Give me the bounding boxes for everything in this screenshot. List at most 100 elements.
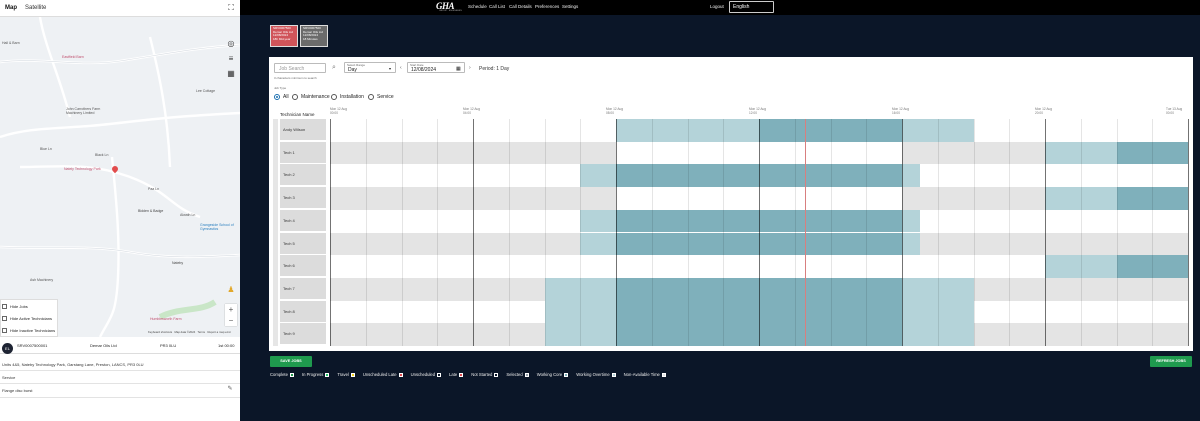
map-road-paa-ln: Paa Ln [148,187,160,191]
list-icon[interactable]: ≡ [226,54,236,64]
previous-period-icon[interactable]: ‹ [400,65,402,71]
technician-row-label[interactable]: Tech 4 [280,209,326,231]
calendar-icon[interactable]: ▦ [456,66,461,72]
job-address: Units 4&5, Nateby Technology Park, Garst… [2,362,144,367]
time-header: Mon 12 Aug 12:00 [749,107,766,115]
zoom-out-icon[interactable]: − [225,315,237,326]
time-header: Mon 12 Aug 16:00 [892,107,909,115]
map-poi-farm-machinery: John Carrothers Farm Machinery Limited [66,107,101,115]
divider [0,397,240,398]
checkbox-icon[interactable] [2,303,7,309]
legend-label: Non-Available Time [623,372,660,377]
job-card[interactable]: SRV0007500 Demar Oils Ltd 12/08/2024 18h… [270,25,298,47]
nav-settings[interactable]: Settings [562,4,578,9]
technician-row-label[interactable]: Tech 5 [280,232,326,254]
grid-line [544,119,546,346]
scheduler-panel: Job Search ⌕ 3 characters minimum to sea… [269,57,1193,351]
map-roads [0,17,240,337]
grid-line [1045,119,1046,346]
edit-pencil-icon[interactable]: ✎ [225,384,235,394]
time-slot-block[interactable] [580,209,616,233]
fullscreen-icon[interactable]: ⛶ [226,3,236,13]
legend-swatch [661,372,666,377]
radio-icon[interactable] [292,94,298,100]
radio-icon[interactable] [368,94,374,100]
job-search-placeholder: Job Search [279,66,305,72]
legend-swatch [289,372,294,377]
hide-jobs-checkbox[interactable]: Hide Jobs [1,300,57,312]
grid-line [1152,119,1154,346]
checkbox-icon[interactable] [2,315,7,321]
calendar-icon[interactable]: ▦ [226,69,236,79]
time-slot-block[interactable] [919,232,1188,256]
time-header-time: 00:00 [1166,111,1174,115]
hide-active-technicians-checkbox[interactable]: Hide Active Technicians [1,312,57,324]
selected-job-row[interactable]: EL SRV0007500001 Demar Oils Ltd PR3 0LU … [0,337,240,354]
job-search-input[interactable]: Job Search [274,63,326,73]
time-slot-block[interactable] [902,232,920,256]
hide-inactive-technicians-checkbox[interactable]: Hide Inactive Technicians [1,324,57,336]
schedule-grid[interactable] [330,119,1189,346]
job-type-service-radio[interactable]: Service [368,94,394,100]
terms-link[interactable]: Terms [197,330,205,334]
time-slot-block[interactable] [902,164,920,188]
grid-line [723,119,725,346]
technician-row-label[interactable]: Tech 3 [280,187,326,209]
grid-line [651,119,653,346]
radio-icon[interactable] [331,94,337,100]
job-card[interactable]: SRV0007500 Demar Oils Ltd 12/08/2024 18 … [300,25,328,47]
job-type-all-radio[interactable]: All [274,94,289,100]
vertical-scrollbar[interactable] [273,119,278,346]
technician-row-label[interactable]: Andy Wilson [280,119,326,140]
language-select[interactable]: English [729,1,774,13]
map-attribution: Keyboard shortcuts Map data ©2024 Terms … [148,330,231,334]
checkbox-icon[interactable] [2,327,7,333]
job-type-maintenance-radio[interactable]: Maintenance [292,94,330,100]
satellite-tab[interactable]: Satellite [22,3,49,13]
technician-row-label[interactable]: Tech 2 [280,164,326,186]
time-slot-block[interactable] [330,232,581,256]
search-icon[interactable]: ⌕ [329,63,339,73]
keyboard-shortcuts-link[interactable]: Keyboard shortcuts [148,330,172,334]
range-select[interactable]: Select Range Day ▾ [344,62,396,73]
street-view-icon[interactable]: ♟ [226,285,236,295]
grid-line [830,119,832,346]
map-poi-barn: Eastfield Barn [62,55,84,59]
refresh-jobs-button[interactable]: REFRESH JOBS [1150,356,1192,367]
map-view[interactable]: Hall & Barn Lee Cottage Blue Ln Black Ln… [0,17,240,337]
legend-swatch [524,372,529,377]
save-jobs-button[interactable]: SAVE JOBS [270,356,312,367]
technician-row-label[interactable]: Tech 1 [280,141,326,163]
legend-label: In Progress [301,372,324,377]
technician-row-label[interactable]: Tech 9 [280,323,326,345]
time-slot-block[interactable] [902,209,920,233]
nav-schedule[interactable]: Schedule [468,4,487,9]
nav-call-details[interactable]: Call Details [509,4,532,9]
job-time: 1st 00:00 [218,343,235,348]
time-slot-block[interactable] [919,164,1188,188]
nav-call-list[interactable]: Call List [489,4,505,9]
legend-item: Selected [506,372,529,377]
time-slot-block[interactable] [330,164,581,188]
nav-preferences[interactable]: Preferences [535,4,559,9]
grid-line [437,119,439,346]
map-tab[interactable]: Map [2,3,20,13]
time-slot-block[interactable] [919,209,1188,233]
technician-row-label[interactable]: Tech 7 [280,277,326,299]
job-type-installation-radio[interactable]: Installation [331,94,364,100]
next-period-icon[interactable]: › [469,65,471,71]
start-date-input[interactable]: Start Date 12/08/2024 ▦ [407,62,465,73]
report-map-error-link[interactable]: Report a map error [207,330,231,334]
time-slot-block[interactable] [580,164,616,188]
logout-link[interactable]: Logout [710,4,724,9]
time-slot-block[interactable] [580,232,616,256]
time-header-time: 20:00 [1035,111,1043,115]
grid-line [1188,119,1189,346]
zoom-in-icon[interactable]: + [225,304,237,315]
layers-icon[interactable]: ◎ [226,39,236,49]
technician-row-label[interactable]: Tech 6 [280,255,326,277]
legend-item: Non-Available Time [624,372,666,377]
technician-row-label[interactable]: Tech 8 [280,300,326,322]
time-slot-block[interactable] [330,209,581,233]
radio-selected-icon[interactable] [274,94,280,100]
